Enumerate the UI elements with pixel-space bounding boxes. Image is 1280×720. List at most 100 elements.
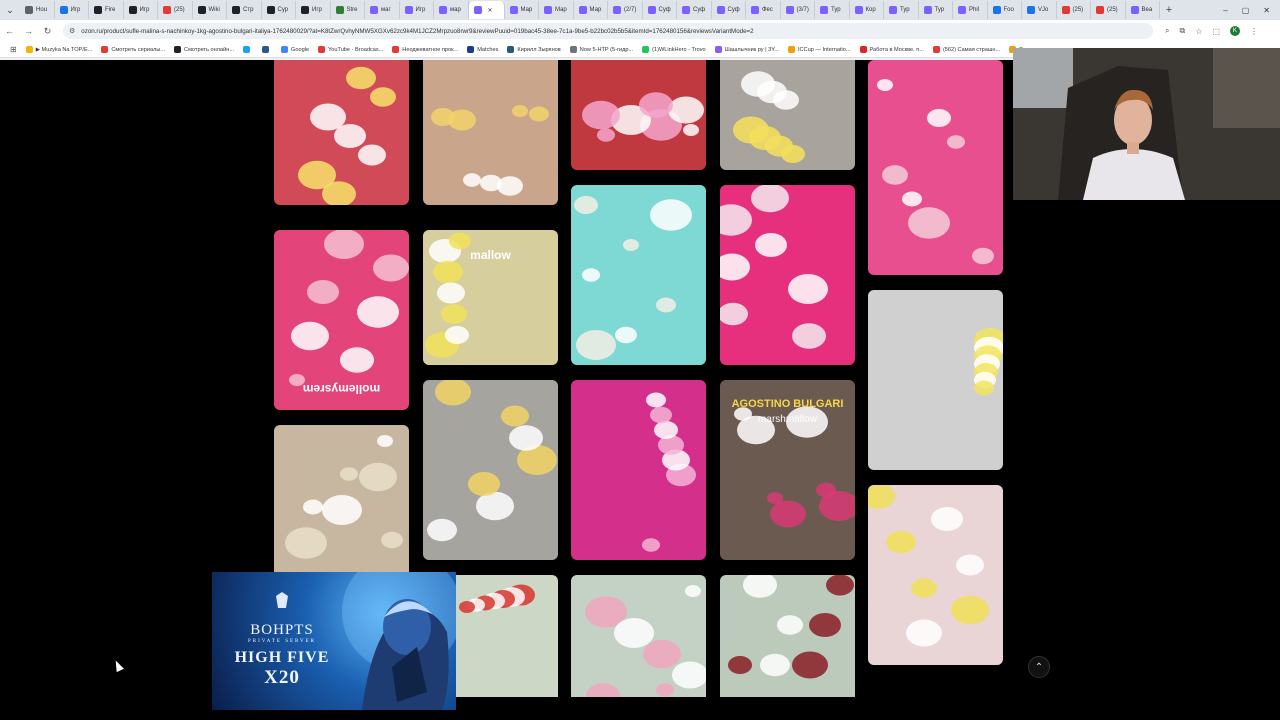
scroll-to-top-button[interactable]: ⌃ (1028, 656, 1050, 678)
review-photo[interactable] (274, 425, 409, 580)
tab-favicon-icon (163, 6, 171, 14)
ad-banner[interactable]: BOHPTS PRIVATE SERVER HIGH FIVE X20 (212, 572, 456, 710)
tab[interactable]: Phil (953, 1, 988, 19)
menu-icon[interactable]: ⋮ (1250, 27, 1258, 36)
review-photo[interactable] (274, 60, 409, 205)
close-icon[interactable]: ✕ (1263, 6, 1270, 15)
tab[interactable]: Игр (124, 1, 158, 19)
tab[interactable]: Тур (919, 1, 953, 19)
address-bar[interactable]: ⚙ ozon.ru/product/sufle-malina-s-nachink… (63, 23, 1153, 39)
reload-icon[interactable]: ↻ (38, 26, 57, 37)
tab[interactable]: Тур (815, 1, 850, 19)
review-photo[interactable] (868, 485, 1003, 665)
bookmark-item[interactable]: Now 5-HTP (5-гидр... (569, 46, 633, 53)
tab[interactable]: (25) (1091, 1, 1126, 19)
install-icon[interactable]: ⧉ (1179, 26, 1185, 36)
bookmark-item[interactable]: Неоджеватное прок... (392, 46, 458, 53)
tab-title: VJo (1038, 7, 1049, 13)
bookmark-item[interactable]: YouTube - Broadcas... (318, 46, 383, 53)
tab[interactable]: (25) (1057, 1, 1091, 19)
review-photo[interactable] (571, 380, 706, 560)
tab-title: (3/7) (796, 7, 809, 13)
tab[interactable]: Суф (643, 1, 677, 19)
tab[interactable]: Игр (55, 1, 89, 19)
minimize-icon[interactable]: – (1223, 6, 1227, 15)
zoom-icon[interactable]: ⌕ (1165, 26, 1169, 36)
review-photo[interactable] (571, 185, 706, 365)
extensions-icon[interactable]: ⬚ (1212, 27, 1220, 36)
bookmark-item[interactable]: (1)WLinkHero - Trovo (642, 46, 706, 53)
tab[interactable]: мар (434, 1, 469, 19)
tab[interactable]: маг (365, 1, 400, 19)
tab[interactable]: (3/7) (781, 1, 815, 19)
tab[interactable]: Суф (677, 1, 712, 19)
tab-title: Тур (831, 7, 841, 13)
tab[interactable]: Сур (262, 1, 296, 19)
tab-favicon-icon (1061, 6, 1070, 14)
tab[interactable]: Fire (89, 1, 124, 19)
tab[interactable]: Игр (296, 1, 331, 19)
bookmark-item[interactable]: Кирилл Зырянов (507, 46, 561, 53)
bookmark-item[interactable]: ICCup — Internatio... (787, 46, 851, 53)
bookmark-item[interactable]: Matches (467, 46, 498, 53)
forward-icon[interactable]: → (19, 26, 38, 36)
tab[interactable]: (25) (158, 1, 193, 19)
bookmark-item[interactable] (262, 46, 272, 53)
bookmark-item[interactable]: ▶ Muzyka Na TOP/E... (25, 46, 92, 53)
bookmark-item[interactable]: Смотреть онлайн... (174, 46, 234, 53)
review-photo[interactable] (868, 290, 1003, 470)
back-icon[interactable]: ← (0, 26, 19, 36)
bookmark-favicon-icon (932, 46, 940, 53)
tab[interactable]: Стр (227, 1, 262, 19)
helmet-logo-icon (276, 592, 288, 608)
review-photo[interactable] (720, 575, 855, 697)
tab[interactable]: Кор (850, 1, 884, 19)
site-info-icon[interactable]: ⚙ (69, 27, 75, 35)
tab[interactable]: Мар (574, 1, 608, 19)
tab-title: маг (381, 7, 391, 13)
tab-favicon-icon (958, 6, 966, 14)
tab[interactable]: Wiki (193, 1, 227, 19)
review-photo[interactable] (868, 60, 1003, 275)
review-photo[interactable] (423, 60, 558, 205)
bookmark-star-icon[interactable]: ☆ (1195, 27, 1202, 36)
tab-search-icon[interactable]: ⌄ (0, 0, 20, 20)
bookmark-item[interactable]: (562) Самая страшн... (932, 46, 1000, 53)
new-tab-button[interactable]: + (1160, 4, 1178, 16)
tab[interactable]: Мар (539, 1, 574, 19)
tab[interactable]: Bea (1126, 1, 1160, 19)
bookmark-label: ICCup — Internatio... (797, 46, 851, 53)
review-photo[interactable] (423, 380, 558, 560)
tab[interactable]: Stre (331, 1, 365, 19)
tab[interactable]: Foo (988, 1, 1022, 19)
bookmark-favicon-icon (569, 46, 577, 53)
apps-grid-icon[interactable]: ⊞ (10, 45, 17, 54)
tab-active[interactable]: ✕ (468, 1, 505, 19)
review-photo[interactable]: mollemysrem (274, 230, 409, 410)
bookmark-label: Смотреть сериалы... (111, 46, 166, 53)
tab[interactable]: Суф (712, 1, 746, 19)
tab-close-icon[interactable]: ✕ (488, 7, 493, 14)
tab[interactable]: VJo (1022, 1, 1057, 19)
review-photo[interactable] (720, 185, 855, 365)
review-photo[interactable]: AGOSTINO BULGARI marshmallow (720, 380, 855, 560)
bookmark-item[interactable]: Шашлычник ру | 3Y... (714, 46, 779, 53)
tab[interactable]: Hou (20, 1, 55, 19)
review-photo[interactable]: mallow (423, 230, 558, 365)
maximize-icon[interactable]: ▢ (1242, 6, 1250, 15)
tab[interactable]: Игр (400, 1, 434, 19)
bookmark-item[interactable]: Google (281, 46, 309, 53)
profile-avatar[interactable]: K (1229, 26, 1240, 36)
review-photo[interactable] (571, 60, 706, 170)
tab[interactable]: Мар (505, 1, 539, 19)
bookmark-item[interactable]: Работа в Москве, п... (859, 46, 924, 53)
tab[interactable]: Фес (746, 1, 781, 19)
bookmark-item[interactable]: Смотреть сериалы... (101, 46, 165, 53)
tab[interactable]: Тур (884, 1, 919, 19)
bookmark-label: Работа в Москве, п... (869, 46, 924, 53)
review-photo[interactable] (720, 60, 855, 170)
tab[interactable]: (2/7) (608, 1, 643, 19)
bookmark-item[interactable] (243, 46, 253, 53)
bookmark-favicon-icon (243, 46, 250, 53)
review-photo[interactable] (571, 575, 706, 697)
